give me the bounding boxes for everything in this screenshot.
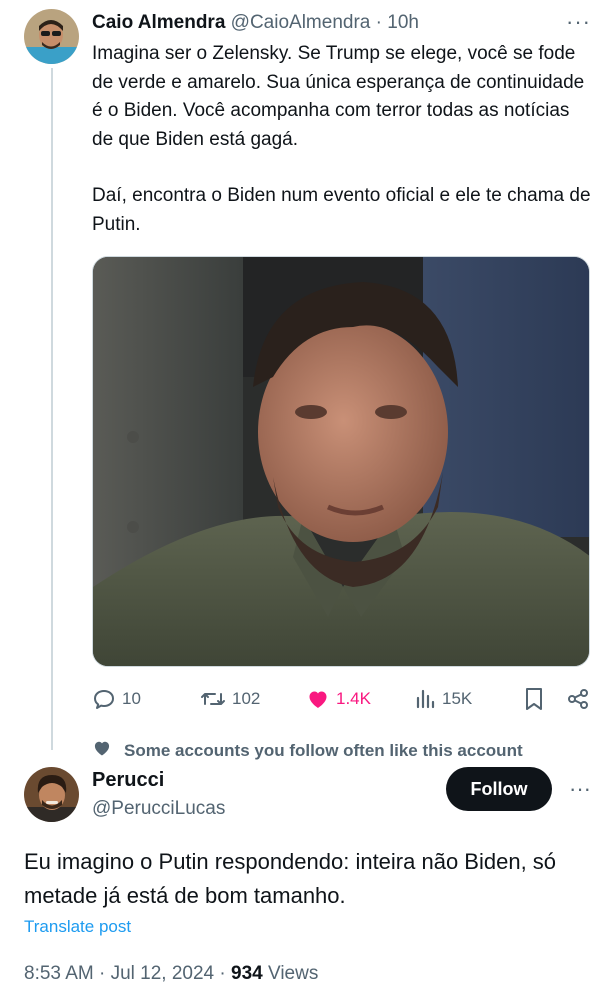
reply-button[interactable]: 10 — [92, 684, 141, 714]
views-button[interactable]: 15K — [414, 684, 472, 714]
post-timestamp[interactable]: 8:53 AM · Jul 12, 2024 — [24, 963, 214, 984]
social-context-label: Some accounts you follow often like this… — [124, 740, 523, 760]
avatar[interactable] — [24, 9, 79, 64]
bookmark-button[interactable] — [523, 684, 545, 714]
like-button[interactable]: 1.4K — [306, 684, 371, 714]
tweet-paragraph: Daí, encontra o Biden num evento oficial… — [92, 185, 591, 235]
reply-author-name[interactable]: Perucci — [92, 769, 164, 792]
views-label: Views — [268, 963, 319, 984]
share-button[interactable] — [566, 684, 590, 714]
share-icon — [566, 687, 590, 711]
retweet-button[interactable]: 102 — [200, 684, 260, 714]
follow-button[interactable]: Follow — [446, 767, 552, 811]
author-name[interactable]: Caio Almendra — [92, 12, 225, 33]
bookmark-icon — [523, 686, 545, 712]
retweet-icon — [200, 687, 226, 711]
reply-author-handle[interactable]: @PerucciLucas — [92, 798, 225, 820]
tweet-paragraph: Imagina ser o Zelensky. Se Trump se eleg… — [92, 43, 585, 150]
reply-text: Eu imagino o Putin respondendo: inteira … — [24, 849, 557, 908]
avatar[interactable] — [24, 767, 79, 822]
reply-icon — [92, 687, 116, 711]
heart-icon — [92, 738, 112, 763]
views-count[interactable]: 934 — [231, 963, 263, 984]
tweet-text: Imagina ser o Zelensky. Se Trump se eleg… — [92, 40, 592, 267]
separator: · — [375, 12, 382, 33]
more-options-icon[interactable]: ··· — [569, 776, 591, 802]
like-count: 1.4K — [336, 689, 371, 708]
views-icon — [414, 687, 436, 711]
views-count: 15K — [442, 689, 473, 708]
author-handle[interactable]: @CaioAlmendra — [231, 12, 371, 33]
translate-link[interactable]: Translate post — [24, 917, 131, 937]
tweet-actions: 10 102 1.4K 15K — [92, 684, 592, 714]
more-options-icon[interactable]: ··· — [566, 9, 591, 35]
retweet-count: 102 — [232, 689, 261, 708]
heart-icon — [306, 687, 330, 711]
thread-line — [51, 68, 53, 750]
tweet-photo[interactable] — [92, 256, 590, 667]
reply-count: 10 — [122, 689, 141, 708]
tweet-header: Caio Almendra @CaioAlmendra · 10h — [92, 12, 593, 36]
timestamp[interactable]: 10h — [387, 12, 419, 33]
social-context: Some accounts you follow often like this… — [92, 738, 523, 763]
meta-separator: · — [219, 963, 226, 984]
post-meta: 8:53 AM · Jul 12, 2024 · 934 Views — [24, 963, 318, 985]
